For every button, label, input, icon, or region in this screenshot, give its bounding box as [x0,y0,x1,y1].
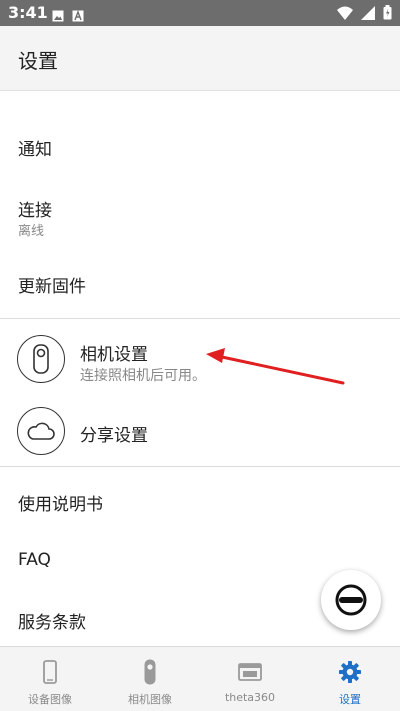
nav-camera-images[interactable]: 相机图像 [100,647,200,711]
status-time: 3:41 [8,3,48,22]
settings-item-label: 分享设置 [80,426,148,446]
nav-label: 相机图像 [128,693,172,706]
settings-item-share-settings[interactable]: 分享设置 [0,402,400,460]
settings-item-label: 相机设置 [80,345,148,365]
camera-settings-hint: 连接照相机后可用。 [80,368,206,384]
nav-theta360[interactable]: theta360 [200,647,300,711]
settings-item-label: 连接 [18,201,52,221]
page-title: 设置 [18,49,58,73]
status-bar: 3:41 [0,0,400,26]
cloud-icon [17,407,65,455]
nav-label: 设备图像 [28,693,72,706]
settings-item-label: 通知 [18,140,52,160]
settings-item-label: 服务条款 [18,613,86,633]
app-bar: 设置 [0,26,400,91]
camera-icon [144,659,156,685]
theta-camera-icon [335,584,367,616]
browser-icon [238,663,262,681]
camera-connect-fab[interactable] [321,570,381,630]
nav-label: theta360 [224,691,276,704]
battery-icon [383,5,392,24]
nav-device-images[interactable]: 设备图像 [0,647,100,711]
a-icon [72,7,84,26]
nav-settings[interactable]: 设置 [300,647,400,711]
wifi-icon [337,5,353,24]
bottom-navigation: 设备图像 相机图像 theta360 设置 [0,646,400,711]
image-icon [52,7,64,26]
settings-item-update-firmware[interactable]: 更新固件 [0,254,400,310]
settings-item-label: 更新固件 [18,277,86,297]
settings-item-label: 使用说明书 [18,495,103,515]
divider [0,466,400,467]
settings-item-label: FAQ [18,550,51,570]
gear-icon [339,661,361,683]
phone-icon [43,660,57,684]
signal-icon [361,5,375,24]
camera-icon [17,335,65,383]
connection-status: 离线 [18,224,45,239]
nav-label: 设置 [339,693,361,706]
annotation-arrow [206,348,345,385]
settings-item-connection[interactable]: 连接 离线 [0,180,400,246]
settings-item-notifications[interactable]: 通知 [0,118,400,174]
settings-item-manual[interactable]: 使用说明书 [0,472,400,528]
divider [0,318,400,319]
